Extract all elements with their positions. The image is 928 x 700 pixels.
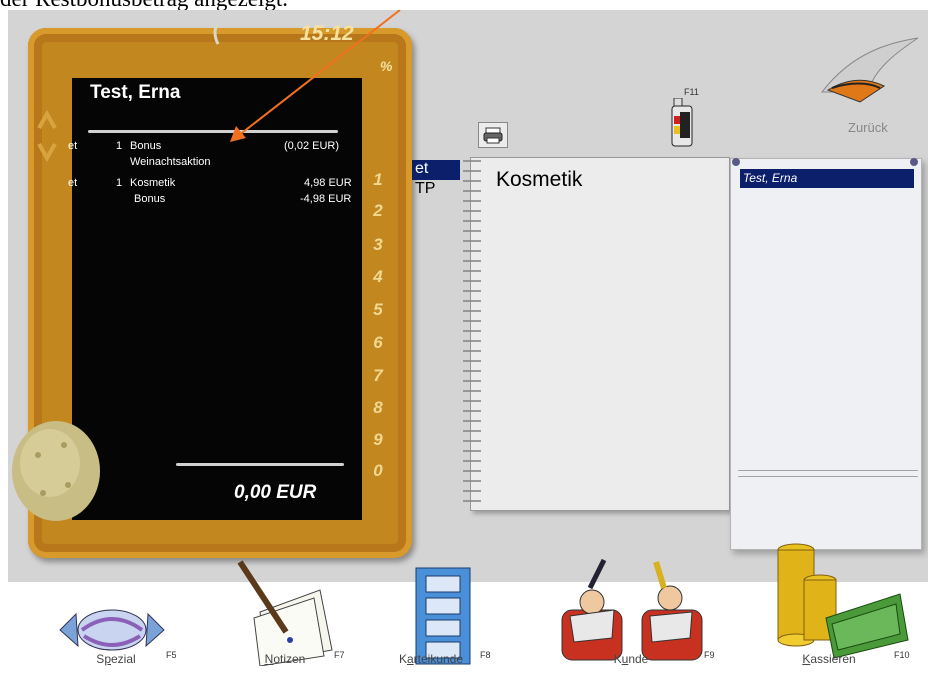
digit-4-key[interactable]: 4 [368,267,388,287]
back-swoosh-icon[interactable] [814,30,920,110]
note-divider [738,476,918,477]
spray-can-icon[interactable] [668,98,698,148]
sponge-icon [12,421,100,521]
notebook-spiral [463,160,481,505]
customer-list-item[interactable]: Test, Erna [740,169,914,188]
digit-3-key[interactable]: 3 [368,235,388,255]
karteikunde-button[interactable]: Karteikunde [376,652,486,666]
line-qty: 1 [116,177,123,189]
customers-icon[interactable] [554,558,710,664]
scroll-arrows-icon[interactable] [36,106,58,166]
line-col: et [68,140,78,152]
print-button[interactable] [478,122,508,148]
total-amount: 0,00 EUR [234,482,317,503]
pos-window: 15:12 % Test, Erna et 1 Bonus (0,02 EUR)… [8,10,928,700]
category-label: et [415,160,429,177]
back-label: Zurück [848,120,888,135]
line-sub-amount: -4,98 EUR [300,193,352,205]
kunde-label-a: K [613,652,622,666]
annotation-arrow-icon [230,10,401,142]
digit-6-key[interactable]: 6 [368,333,388,353]
line-name: Kosmetik [130,177,176,189]
notizen-label-accel: N [264,652,274,666]
kassieren-label-b: assieren [810,652,856,666]
digit-0-key[interactable]: 0 [368,461,388,481]
customer-note-panel [730,158,922,550]
pin-icon [910,158,918,166]
category-item-selected[interactable]: et [412,160,460,180]
line-amount: 4,98 EUR [304,177,352,189]
notizen-button[interactable]: Notizen [230,652,340,666]
kassieren-button[interactable]: Kassieren [774,652,884,666]
candy-icon[interactable] [52,600,172,660]
kunde-button[interactable]: Kunde [576,652,686,666]
kunde-label-b: nde [628,652,649,666]
f9-key-label: F9 [704,650,715,660]
karteikunde-label-a: K [398,652,407,666]
money-icon[interactable] [760,530,910,660]
printer-icon [483,127,503,144]
line-col: et [68,177,78,189]
spezial-label-b: ezial [111,652,136,666]
digit-8-key[interactable]: 8 [368,398,388,418]
digit-1-key[interactable]: 1 [368,170,388,190]
notepad-icon[interactable] [230,558,340,666]
f10-key-label: F10 [894,650,910,660]
chalk-divider [176,463,344,466]
digit-5-key[interactable]: 5 [368,300,388,320]
digit-9-key[interactable]: 9 [368,430,388,450]
spezial-label-accel: p [104,652,111,666]
note-divider [738,470,918,471]
customer-list-label: Test, Erna [743,171,798,185]
back-button[interactable]: Zurück [848,120,888,135]
category-label: TP [415,180,436,197]
pin-icon [732,158,740,166]
digit-7-key[interactable]: 7 [368,366,388,386]
line-sub: Bonus [134,193,166,205]
karteikunde-label-accel: a [406,652,414,666]
digit-2-key[interactable]: 2 [368,201,388,221]
karteikunde-label-b: rteikunde [413,652,464,666]
line-sub: Weinachtsaktion [130,156,211,168]
line-name: Bonus [130,140,162,152]
category-item[interactable]: TP [412,180,435,198]
f11-key-label: F11 [684,87,699,97]
line-qty: 1 [116,140,123,152]
product-notebook [470,157,730,511]
customer-name: Test, Erna [90,82,181,103]
spezial-button[interactable]: Spezial [61,652,171,666]
notebook-title[interactable]: Kosmetik [496,168,582,192]
notizen-label-b: otizen [273,652,306,666]
